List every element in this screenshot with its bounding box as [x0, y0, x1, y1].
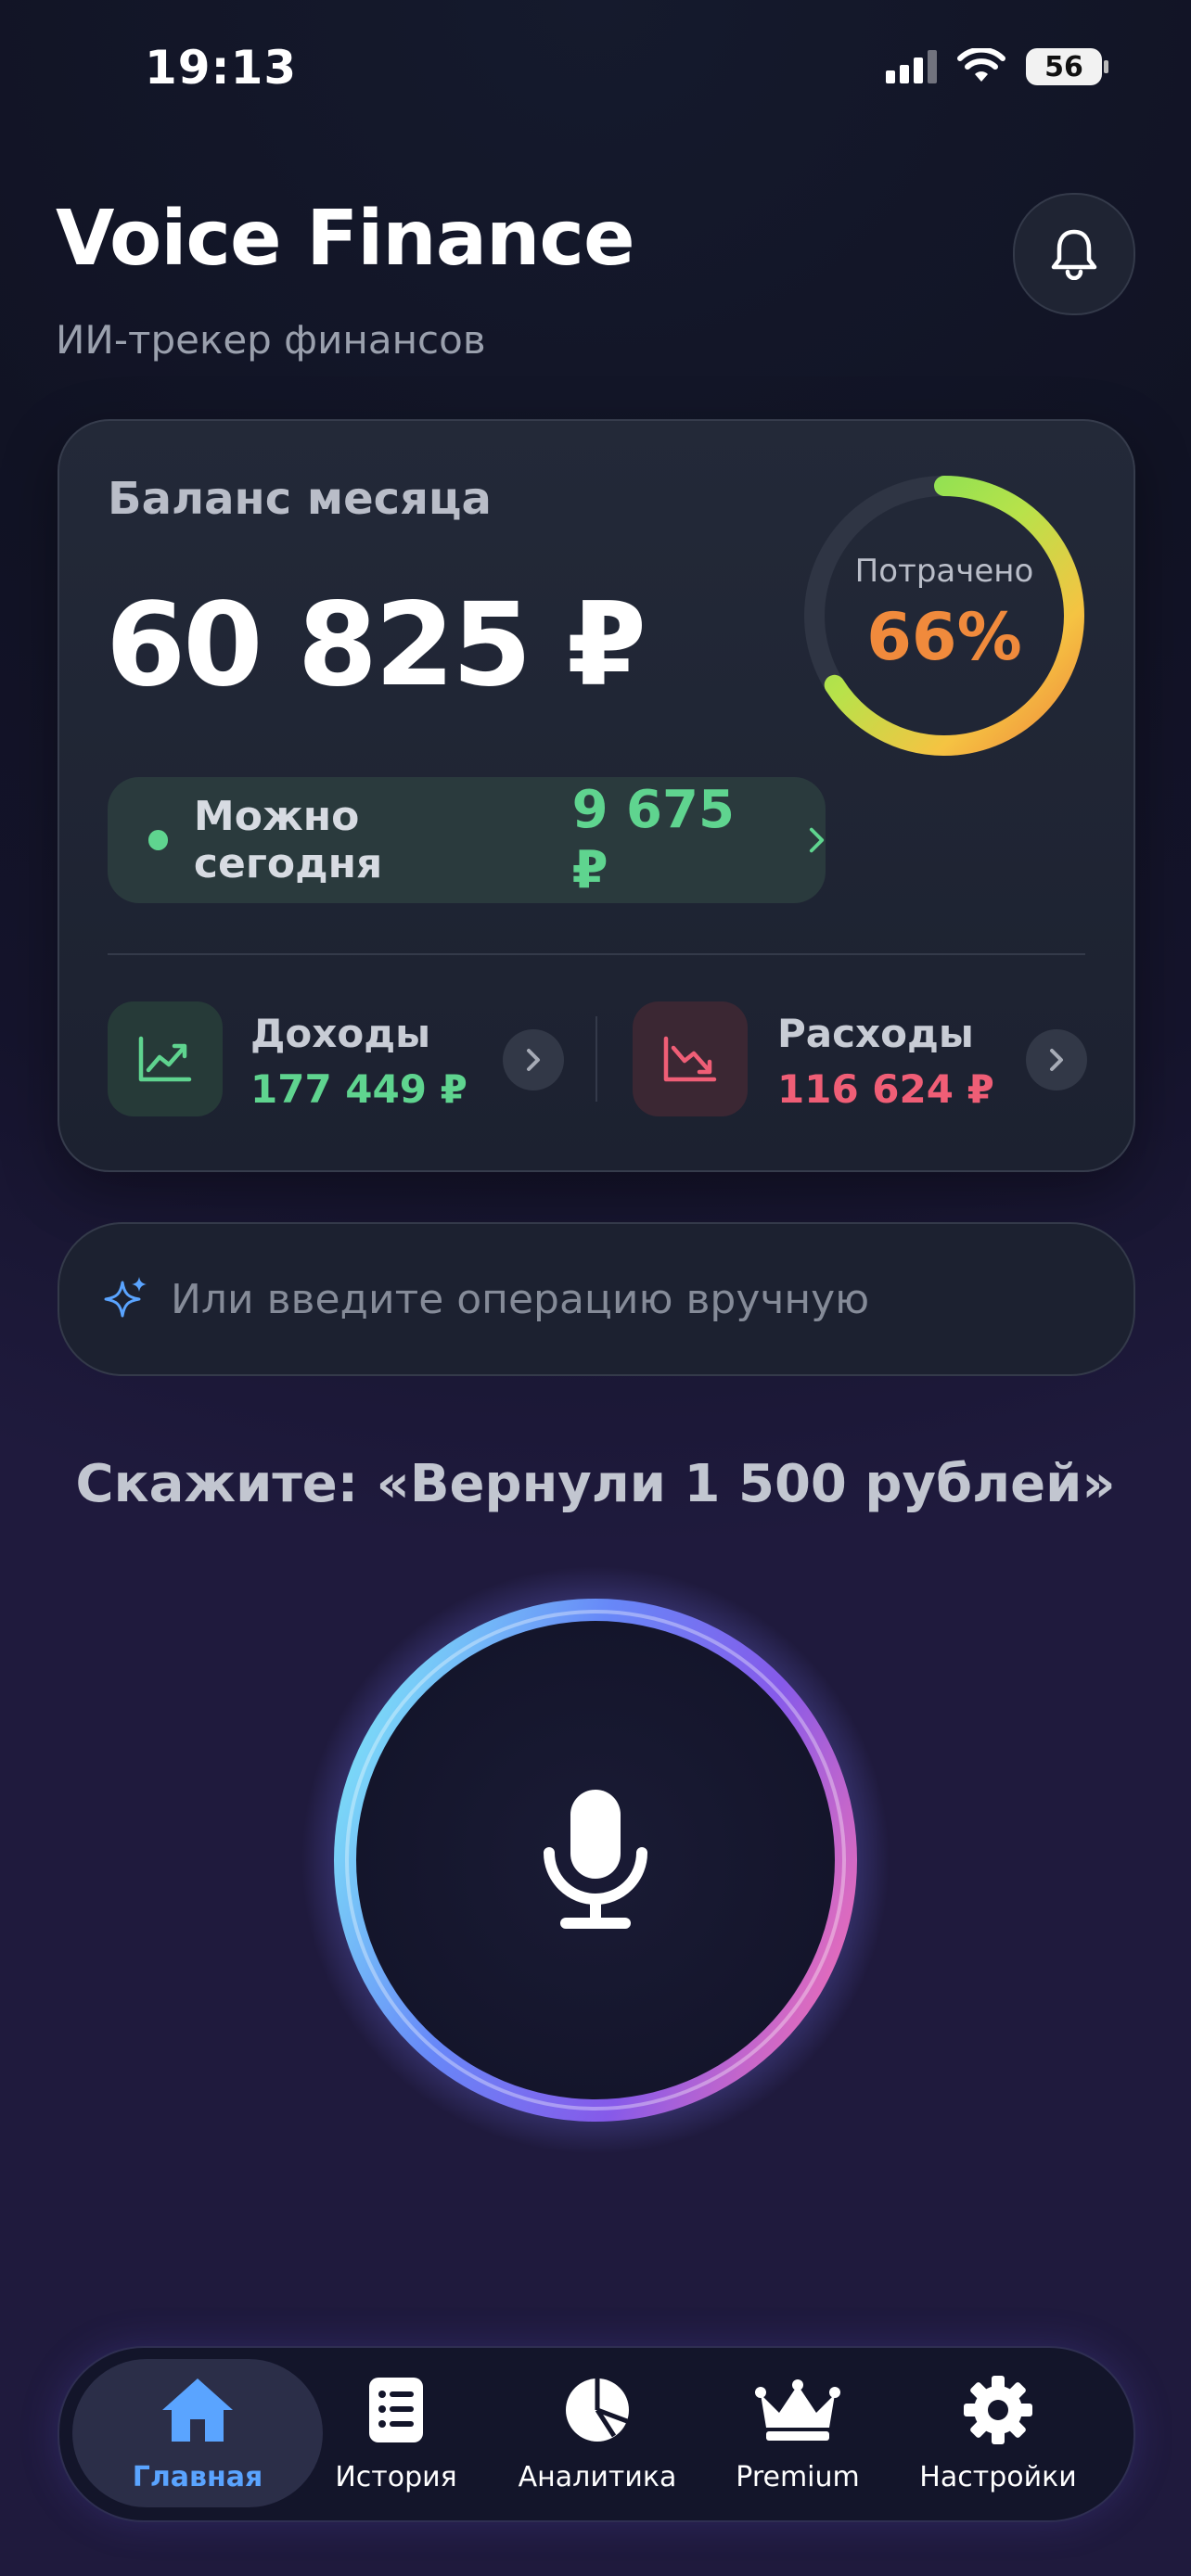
- list-icon: [369, 2378, 423, 2442]
- status-dot: [148, 830, 168, 850]
- tab-settings[interactable]: Настройки: [896, 2372, 1100, 2493]
- balance-amount: 60 825 ₽: [106, 579, 647, 712]
- notifications-button[interactable]: [1013, 193, 1135, 315]
- home-icon: [162, 2378, 233, 2442]
- tab-bar: Главная История Аналитика Premium Настро…: [58, 2346, 1135, 2522]
- crown-icon: [755, 2379, 840, 2441]
- tab-analytics[interactable]: Аналитика: [495, 2372, 699, 2493]
- battery-icon: 56: [1026, 48, 1108, 85]
- tab-premium[interactable]: Premium: [696, 2372, 900, 2493]
- today-allowance-button[interactable]: Можно сегодня 9 675 ₽: [108, 777, 826, 903]
- balance-card: Баланс месяца 60 825 ₽ Потрачено 66% Мож…: [58, 419, 1135, 1172]
- today-label: Можно сегодня: [193, 793, 383, 887]
- tab-home[interactable]: Главная: [96, 2372, 300, 2493]
- tab-history[interactable]: История: [294, 2372, 498, 2493]
- app-title: Voice Finance: [56, 195, 635, 283]
- income-details-button[interactable]: [503, 1029, 564, 1090]
- expenses-value: 116 624 ₽: [777, 1066, 994, 1112]
- spent-percent: 66%: [866, 599, 1022, 675]
- status-time: 19:13: [145, 41, 298, 95]
- income-chart-icon: [108, 1001, 223, 1116]
- manual-entry-placeholder: Или введите операцию вручную: [171, 1275, 870, 1323]
- income-label: Доходы: [250, 1011, 431, 1056]
- balance-label: Баланс месяца: [108, 473, 492, 525]
- expense-chart-icon: [633, 1001, 748, 1116]
- app-subtitle: ИИ-трекер финансов: [56, 317, 486, 363]
- voice-hint: Скажите: «Вернули 1 500 рублей»: [75, 1454, 1116, 1514]
- tab-history-label: История: [335, 2461, 457, 2493]
- tab-premium-label: Premium: [736, 2461, 860, 2493]
- spent-label: Потрачено: [854, 553, 1034, 590]
- tab-home-label: Главная: [132, 2461, 263, 2493]
- expenses-label: Расходы: [777, 1011, 974, 1056]
- cellular-signal-icon: [886, 50, 937, 83]
- manual-entry-input[interactable]: Или введите операцию вручную: [58, 1222, 1135, 1376]
- stats-divider: [596, 1016, 597, 1102]
- gear-icon: [964, 2376, 1032, 2444]
- microphone-icon: [544, 1790, 647, 1929]
- income-value: 177 449 ₽: [250, 1066, 467, 1112]
- tab-settings-label: Настройки: [919, 2461, 1077, 2493]
- card-divider: [108, 953, 1085, 955]
- wifi-icon: [957, 48, 1005, 82]
- tab-analytics-label: Аналитика: [518, 2461, 677, 2493]
- today-value: 9 675 ₽: [571, 780, 735, 900]
- bell-icon: [1051, 229, 1097, 280]
- chevron-right-icon: [809, 827, 825, 853]
- expenses-details-button[interactable]: [1026, 1029, 1087, 1090]
- chevron-right-icon: [1050, 1049, 1063, 1071]
- status-icons: 56: [886, 48, 1108, 85]
- pie-chart-icon: [566, 2378, 629, 2442]
- sparkle-icon: [104, 1277, 147, 1318]
- voice-record-button[interactable]: [356, 1621, 835, 2099]
- chevron-right-icon: [527, 1049, 540, 1071]
